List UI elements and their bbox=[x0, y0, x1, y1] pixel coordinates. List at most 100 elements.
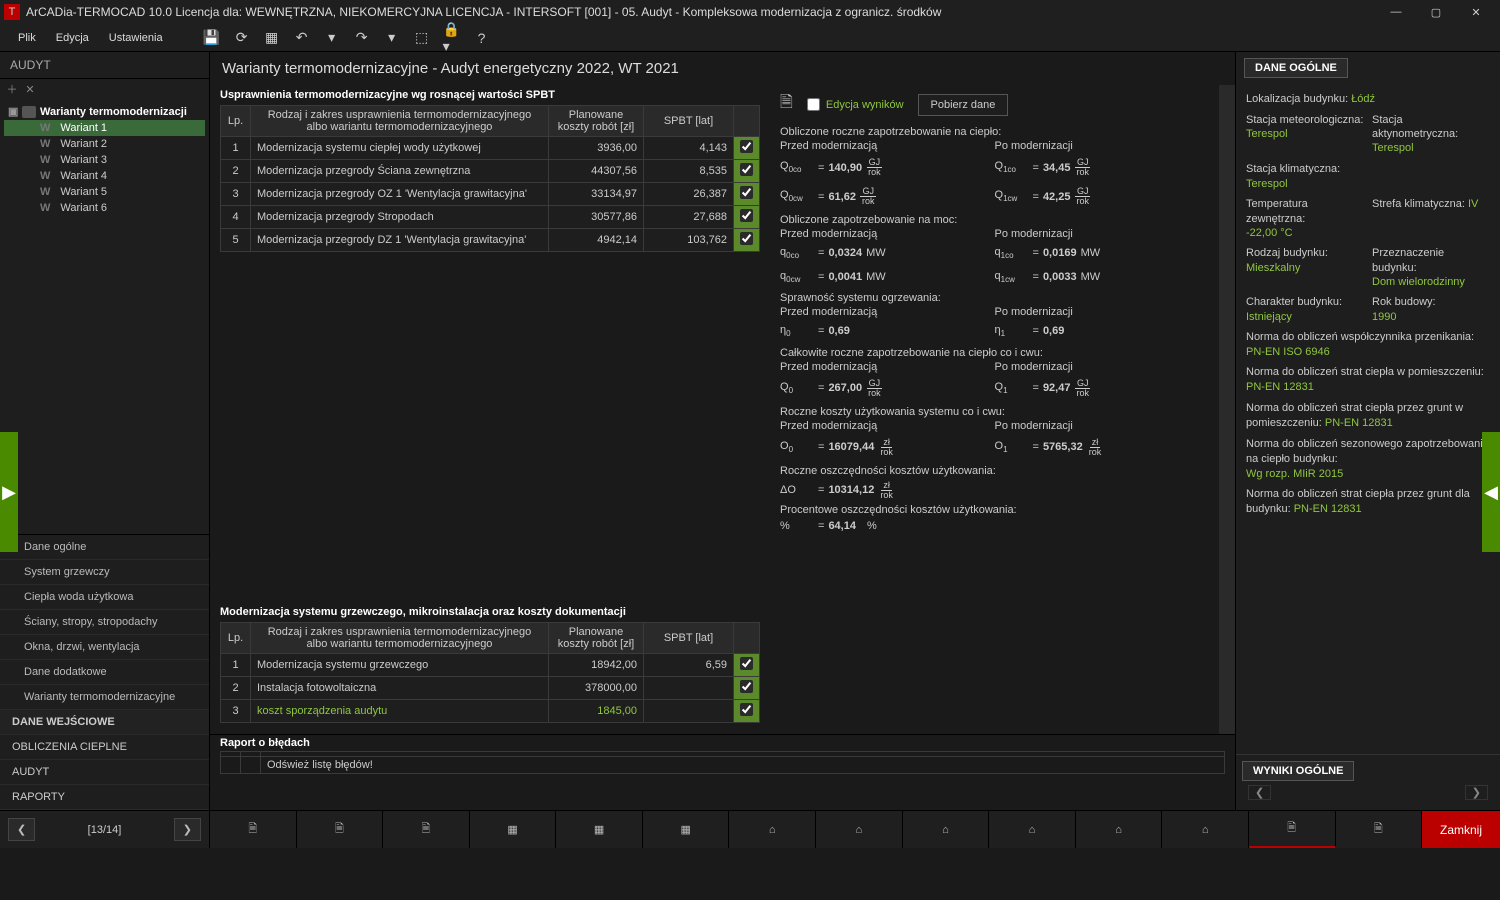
save-icon[interactable]: 💾 bbox=[203, 29, 221, 47]
table-row[interactable]: 2Instalacja fotowoltaiczna378000,00 bbox=[221, 677, 760, 700]
bottom-tab-11[interactable]: ⌂ bbox=[1076, 811, 1163, 848]
remove-icon[interactable]: ✕ bbox=[22, 81, 38, 97]
collapse-icon[interactable]: ▣ bbox=[8, 105, 18, 118]
table-row[interactable]: 2Modernizacja przegrody Ściana zewnętrzn… bbox=[221, 160, 760, 183]
right-tab-wyniki[interactable]: WYNIKI OGÓLNE bbox=[1242, 761, 1354, 781]
cell-spbt: 8,535 bbox=[644, 160, 734, 183]
table-row[interactable]: 1Modernizacja systemu ciepłej wody użytk… bbox=[221, 137, 760, 160]
nav-dane-dodatkowe[interactable]: Dane dodatkowe bbox=[0, 660, 209, 685]
nav-system-grzewczy[interactable]: System grzewczy bbox=[0, 560, 209, 585]
edit-results-checkbox[interactable]: Edycja wyników bbox=[807, 98, 904, 111]
cell-zakres: Modernizacja przegrody Ściana zewnętrzna bbox=[251, 160, 549, 183]
table-system: Lp. Rodzaj i zakres usprawnienia termomo… bbox=[220, 622, 760, 723]
bottom-tab-14[interactable]: 🗎 bbox=[1336, 811, 1423, 848]
bottom-tab-9[interactable]: ⌂ bbox=[903, 811, 990, 848]
nav-dane-wejsciowe[interactable]: DANE WEJŚCIOWE bbox=[0, 710, 209, 735]
tree-root[interactable]: ▣ Warianty termomodernizacji bbox=[4, 103, 205, 120]
cell-check[interactable] bbox=[734, 206, 760, 229]
tree-item-wariant-3[interactable]: WWariant 3 bbox=[4, 152, 205, 168]
table-row[interactable]: 5Modernizacja przegrody DZ 1 'Wentylacja… bbox=[221, 229, 760, 252]
bottom-tab-5[interactable]: ▦ bbox=[556, 811, 643, 848]
table-row[interactable]: 3koszt sporządzenia audytu1845,00 bbox=[221, 700, 760, 723]
add-icon[interactable]: ＋ bbox=[4, 81, 20, 97]
nav-audyt[interactable]: AUDYT bbox=[0, 760, 209, 785]
cell-check[interactable] bbox=[734, 137, 760, 160]
row-checkbox[interactable] bbox=[740, 680, 753, 693]
fetch-data-button[interactable]: Pobierz dane bbox=[918, 94, 1009, 116]
tree-item-wariant-6[interactable]: WWariant 6 bbox=[4, 200, 205, 216]
nav-obliczenia[interactable]: OBLICZENIA CIEPLNE bbox=[0, 735, 209, 760]
close-window-button[interactable]: ✕ bbox=[1456, 0, 1496, 24]
slide-panel-left[interactable]: ▶ bbox=[0, 432, 18, 552]
nav-cwu[interactable]: Ciepła woda użytkowa bbox=[0, 585, 209, 610]
lock-icon[interactable]: 🔒▾ bbox=[443, 29, 461, 47]
cell-check[interactable] bbox=[734, 160, 760, 183]
help-icon[interactable]: ? bbox=[473, 29, 491, 47]
cell-check[interactable] bbox=[734, 677, 760, 700]
page-prev[interactable]: ❮ bbox=[8, 818, 35, 841]
table-row[interactable]: 3Modernizacja przegrody OZ 1 'Wentylacja… bbox=[221, 183, 760, 206]
bottom-tab-12[interactable]: ⌂ bbox=[1162, 811, 1249, 848]
heading-oszcz: Roczne oszczędności kosztów użytkowania: bbox=[780, 465, 1209, 477]
nav-sciany[interactable]: Ściany, stropy, stropodachy bbox=[0, 610, 209, 635]
row-checkbox[interactable] bbox=[740, 186, 753, 199]
bottom-tab-4[interactable]: ▦ bbox=[470, 811, 557, 848]
doc-icon[interactable]: 🗎 bbox=[780, 91, 793, 118]
nav-dane-ogolne[interactable]: Dane ogólne bbox=[0, 535, 209, 560]
refresh-icon[interactable]: ⟳ bbox=[233, 29, 251, 47]
cell-check[interactable] bbox=[734, 183, 760, 206]
right-tab-dane-ogolne[interactable]: DANE OGÓLNE bbox=[1244, 58, 1348, 78]
edit-results-input[interactable] bbox=[807, 98, 820, 111]
menu-settings[interactable]: Ustawienia bbox=[99, 28, 173, 48]
bottom-tab-6[interactable]: ▦ bbox=[643, 811, 730, 848]
results-prev[interactable]: ❮ bbox=[1248, 785, 1271, 800]
errors-refresh-row[interactable]: Odśwież listę błędów! bbox=[261, 757, 1225, 774]
nav-warianty[interactable]: Warianty termomodernizacyjne bbox=[0, 685, 209, 710]
redo-icon[interactable]: ↷ bbox=[353, 29, 371, 47]
bottom-tab-10[interactable]: ⌂ bbox=[989, 811, 1076, 848]
row-checkbox[interactable] bbox=[740, 232, 753, 245]
row-checkbox[interactable] bbox=[740, 209, 753, 222]
package-icon[interactable]: ⬚ bbox=[413, 29, 431, 47]
bottom-tab-3[interactable]: 🗎 bbox=[383, 811, 470, 848]
redo-dropdown-icon[interactable]: ▾ bbox=[383, 29, 401, 47]
nav-raporty[interactable]: RAPORTY bbox=[0, 785, 209, 810]
maximize-button[interactable]: ▢ bbox=[1416, 0, 1456, 24]
rp-temp: Temperatura zewnętrzna:-22,00 °C bbox=[1246, 197, 1364, 240]
variant-icon: W bbox=[40, 154, 50, 166]
row-checkbox[interactable] bbox=[740, 657, 753, 670]
tree-item-wariant-4[interactable]: WWariant 4 bbox=[4, 168, 205, 184]
cell-check[interactable] bbox=[734, 700, 760, 723]
row-checkbox[interactable] bbox=[740, 703, 753, 716]
errors-table: Odśwież listę błędów! bbox=[220, 751, 1225, 774]
row-checkbox[interactable] bbox=[740, 140, 753, 153]
bottom-tab-8[interactable]: ⌂ bbox=[816, 811, 903, 848]
bottom-tab-13[interactable]: 🗎 bbox=[1249, 811, 1336, 848]
slide-panel-right[interactable]: ◀ bbox=[1482, 432, 1500, 552]
rp-norma3: Norma do obliczeń strat ciepła przez gru… bbox=[1246, 401, 1490, 431]
table-row[interactable]: 1Modernizacja systemu grzewczego18942,00… bbox=[221, 654, 760, 677]
bottom-tab-7[interactable]: ⌂ bbox=[729, 811, 816, 848]
row-checkbox[interactable] bbox=[740, 163, 753, 176]
tree-item-wariant-5[interactable]: WWariant 5 bbox=[4, 184, 205, 200]
tree-item-wariant-2[interactable]: WWariant 2 bbox=[4, 136, 205, 152]
menu-file[interactable]: Plik bbox=[8, 28, 46, 48]
undo-dropdown-icon[interactable]: ▾ bbox=[323, 29, 341, 47]
tree-item-wariant-1[interactable]: WWariant 1 bbox=[4, 120, 205, 136]
window-title: ArCADia-TERMOCAD 10.0 Licencja dla: WEWN… bbox=[26, 5, 1376, 19]
menu-edit[interactable]: Edycja bbox=[46, 28, 99, 48]
results-next[interactable]: ❯ bbox=[1465, 785, 1488, 800]
minimize-button[interactable]: — bbox=[1376, 0, 1416, 24]
table-row[interactable]: 4Modernizacja przegrody Stropodach30577,… bbox=[221, 206, 760, 229]
bottom-tab-2[interactable]: 🗎 bbox=[297, 811, 384, 848]
close-button[interactable]: Zamknij bbox=[1422, 811, 1500, 848]
tool-icon[interactable]: ▦ bbox=[263, 29, 281, 47]
main-scrollbar[interactable] bbox=[1219, 85, 1235, 734]
cell-check[interactable] bbox=[734, 654, 760, 677]
page-next[interactable]: ❯ bbox=[174, 818, 201, 841]
undo-icon[interactable]: ↶ bbox=[293, 29, 311, 47]
bottom-tab-1[interactable]: 🗎 bbox=[210, 811, 297, 848]
cell-check[interactable] bbox=[734, 229, 760, 252]
col-spbt: SPBT [lat] bbox=[644, 106, 734, 137]
nav-okna[interactable]: Okna, drzwi, wentylacja bbox=[0, 635, 209, 660]
